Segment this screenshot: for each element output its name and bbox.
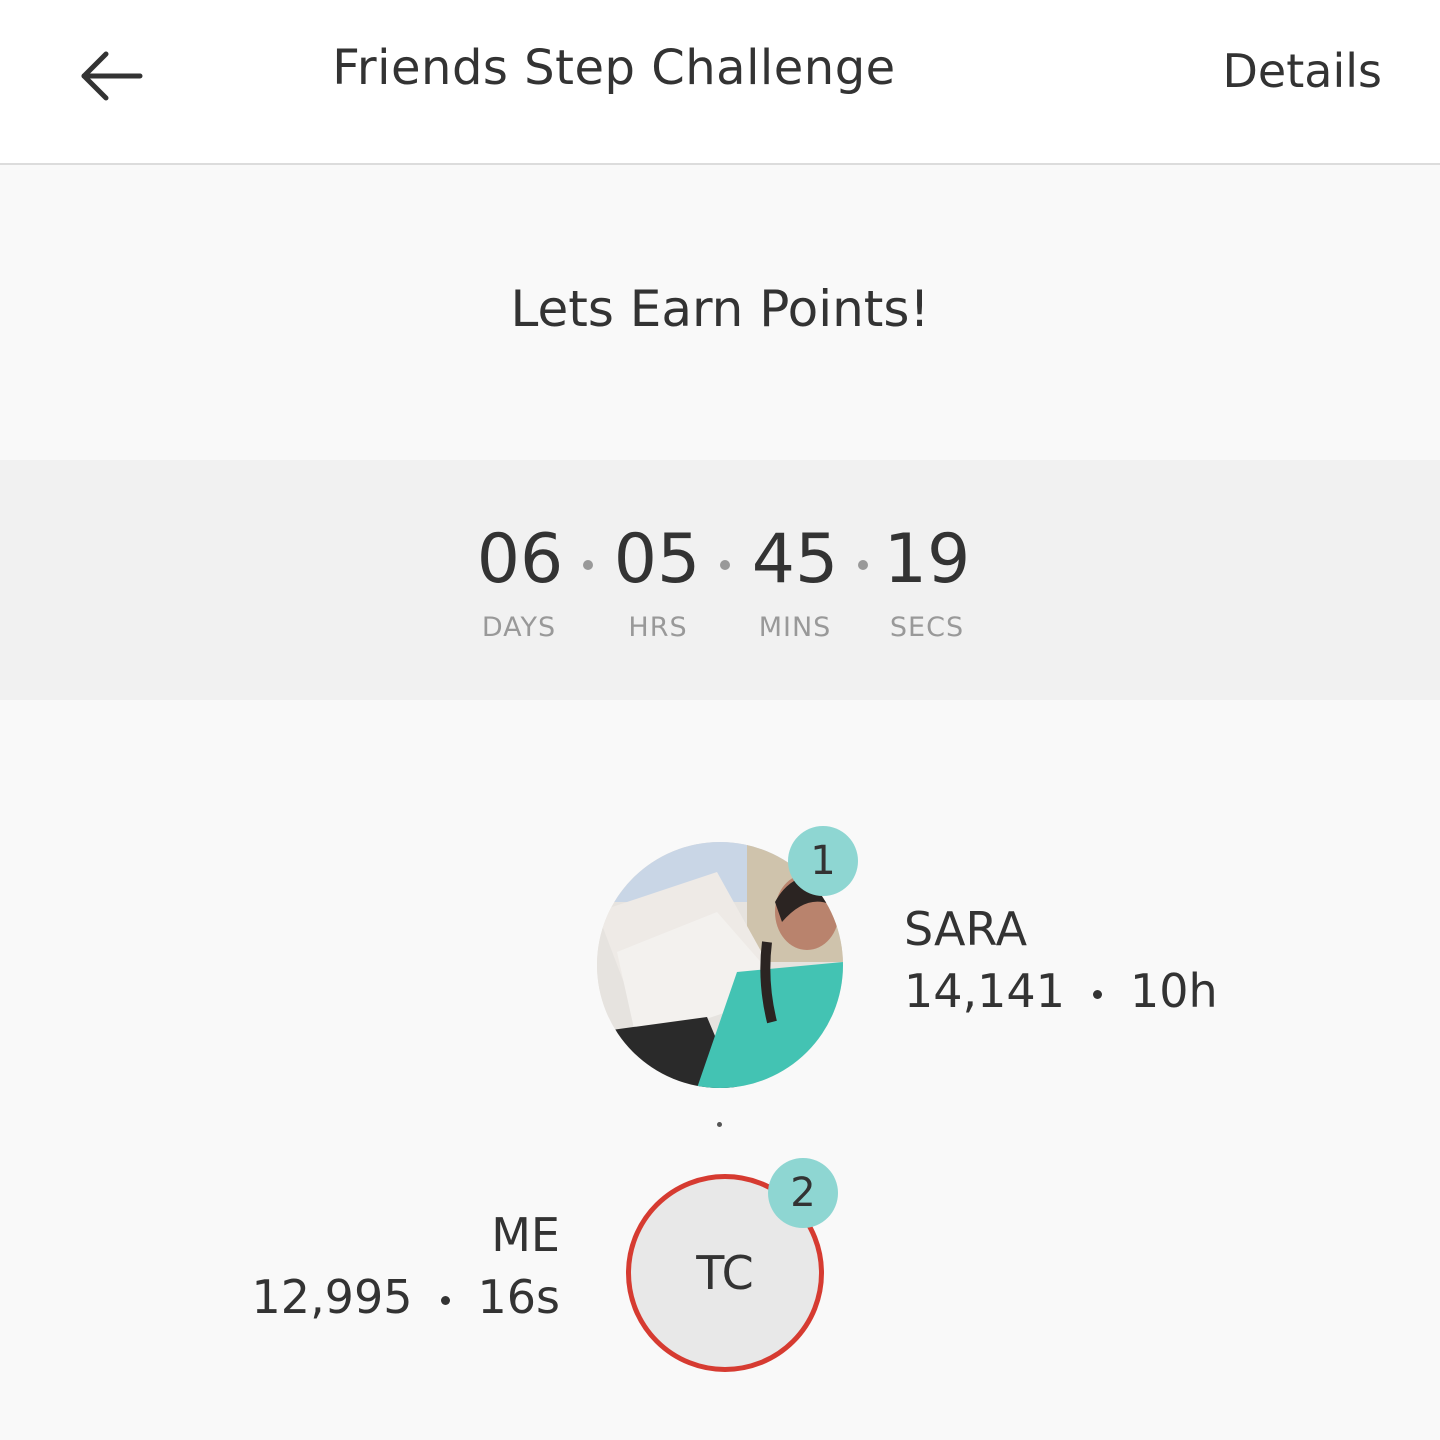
countdown-days: 06 bbox=[476, 520, 564, 599]
challenge-subtitle: Lets Earn Points! bbox=[510, 280, 930, 338]
leader-time: 16s bbox=[477, 1270, 561, 1324]
top-app-bar: Friends Step Challenge Details bbox=[0, 0, 1440, 165]
bullet-separator bbox=[440, 1296, 450, 1305]
countdown-mins: 45 bbox=[751, 520, 839, 599]
leader-name: ME bbox=[491, 1208, 560, 1262]
rank-connector bbox=[717, 1122, 722, 1127]
leader-time: 10h bbox=[1129, 964, 1218, 1018]
rank-badge: 2 bbox=[768, 1158, 838, 1228]
countdown-days-label: DAYS bbox=[481, 612, 557, 643]
countdown-hours: 05 bbox=[613, 520, 701, 599]
details-button[interactable]: Details bbox=[1223, 44, 1382, 98]
rank-badge: 1 bbox=[788, 826, 858, 896]
countdown-secs: 19 bbox=[883, 520, 971, 599]
leader-steps: 14,141 bbox=[904, 964, 1065, 1018]
countdown-secs-label: SECS bbox=[889, 612, 965, 643]
countdown-mins-label: MINS bbox=[758, 612, 832, 643]
leader-stats: 14,141 10h bbox=[904, 964, 1218, 1018]
leader-steps: 12,995 bbox=[251, 1270, 413, 1324]
bullet-separator bbox=[1092, 990, 1102, 999]
countdown-separator bbox=[583, 560, 593, 570]
countdown-timer bbox=[0, 460, 1440, 700]
countdown-separator bbox=[720, 560, 730, 570]
leader-stats: 12,995 16s bbox=[252, 1270, 560, 1324]
leader-name: SARA bbox=[904, 902, 1028, 956]
countdown-hours-label: HRS bbox=[628, 612, 688, 643]
page-title: Friends Step Challenge bbox=[332, 40, 896, 96]
